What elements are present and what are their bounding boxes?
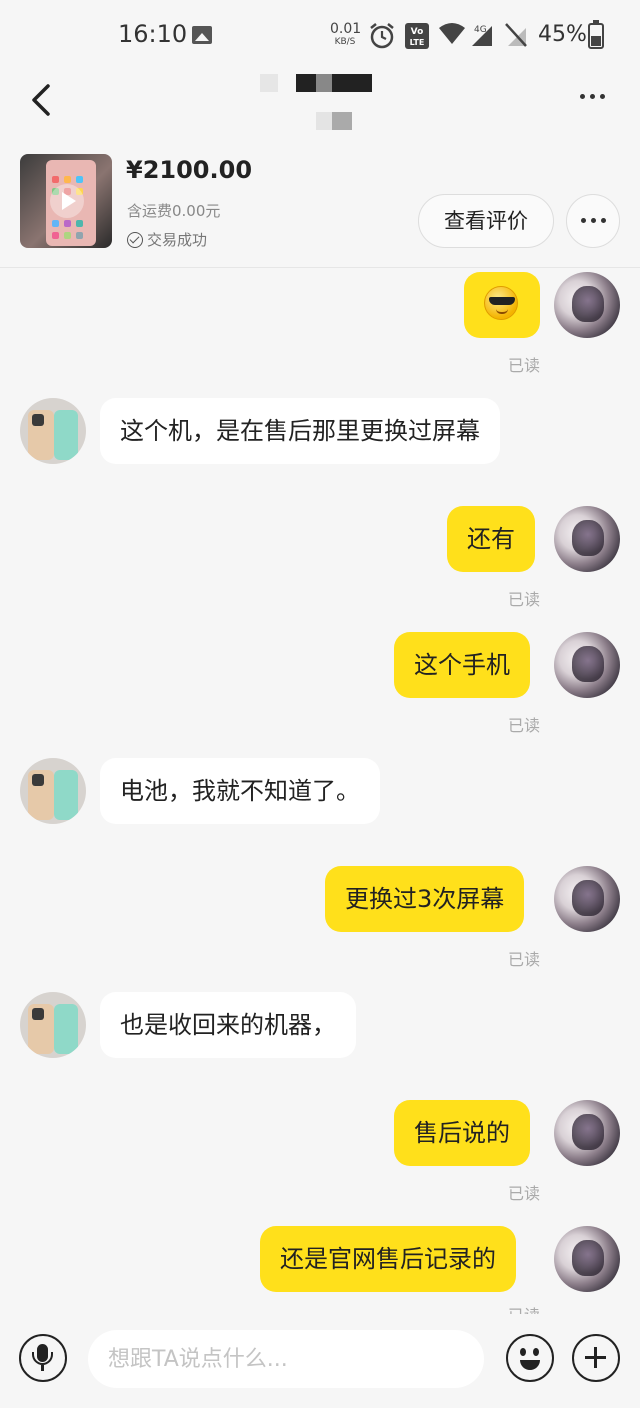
message-bubble-received[interactable]: 也是收回来的机器， xyxy=(100,992,356,1058)
wifi-icon xyxy=(439,23,465,44)
svg-text:4G: 4G xyxy=(474,25,487,35)
my-avatar[interactable] xyxy=(554,1226,620,1292)
message-text-input[interactable] xyxy=(88,1330,484,1388)
transaction-status-label: 交易成功 xyxy=(147,231,208,249)
contact-subtitle-redacted xyxy=(316,112,352,130)
my-avatar[interactable] xyxy=(554,1100,620,1166)
sunglasses-emoji-icon xyxy=(484,286,518,320)
voice-input-button[interactable] xyxy=(19,1334,67,1382)
cellular-signal-icon: 4G xyxy=(472,25,492,46)
my-avatar[interactable] xyxy=(554,506,620,572)
message-bubble-sent[interactable]: 更换过3次屏幕 xyxy=(325,866,525,932)
message-bubble-received[interactable]: 这个机，是在售后那里更换过屏幕 xyxy=(100,398,500,464)
product-thumbnail[interactable] xyxy=(20,154,112,248)
svg-text:Vo: Vo xyxy=(411,27,424,37)
message-bubble-sent[interactable]: 这个手机 xyxy=(394,632,530,698)
network-speed: 0.01 KB/S xyxy=(330,21,362,47)
product-more-button[interactable] xyxy=(566,194,620,248)
transaction-status: 交易成功 xyxy=(127,229,207,250)
battery-icon xyxy=(588,20,604,49)
read-receipt: 已读 xyxy=(508,1184,541,1203)
back-arrow-icon[interactable] xyxy=(22,80,62,120)
read-receipt: 已读 xyxy=(508,716,541,735)
my-avatar[interactable] xyxy=(554,272,620,338)
chat-header xyxy=(0,70,640,140)
my-avatar[interactable] xyxy=(554,632,620,698)
message-bubble-sent[interactable]: 售后说的 xyxy=(394,1100,530,1166)
contact-avatar[interactable] xyxy=(20,398,86,464)
read-receipt: 已读 xyxy=(508,950,541,969)
volte-icon: Vo LTE xyxy=(405,23,429,49)
battery-fill xyxy=(591,36,601,46)
my-avatar[interactable] xyxy=(554,866,620,932)
shipping-fee: 含运费0.00元 xyxy=(127,202,221,220)
network-speed-unit: KB/S xyxy=(334,37,356,47)
read-receipt: 已读 xyxy=(508,356,541,375)
message-bubble-sent[interactable]: 还有 xyxy=(447,506,535,572)
battery-percent: 45% xyxy=(538,22,587,47)
more-options-button[interactable] xyxy=(576,86,618,110)
image-notification-icon xyxy=(192,26,212,44)
contact-avatar[interactable] xyxy=(20,758,86,824)
check-circle-icon xyxy=(127,231,143,248)
video-play-icon xyxy=(50,184,84,218)
svg-text:LTE: LTE xyxy=(410,38,425,47)
network-speed-value: 0.01 xyxy=(330,21,362,37)
contact-avatar[interactable] xyxy=(20,992,86,1058)
message-bubble-received[interactable]: 电池，我就不知道了。 xyxy=(100,758,380,824)
read-receipt: 已读 xyxy=(508,1302,540,1314)
emoji-button[interactable] xyxy=(506,1334,554,1382)
product-more-dots-icon xyxy=(581,218,606,223)
contact-name-redacted xyxy=(260,74,372,92)
no-sim-icon xyxy=(505,23,527,47)
status-bar: 16:10 0.01 KB/S Vo LTE 4G 45% xyxy=(0,0,640,70)
message-bubble-sent[interactable]: 还是官网售后记录的 xyxy=(260,1226,516,1292)
status-time: 16:10 xyxy=(118,20,188,48)
add-attachment-button[interactable] xyxy=(572,1334,620,1382)
more-dots-icon xyxy=(580,94,605,99)
product-info-bar: ¥2100.00 含运费0.00元 交易成功 查看评价 xyxy=(0,140,640,268)
product-price: ¥2100.00 xyxy=(126,156,253,184)
alarm-icon xyxy=(370,23,394,49)
view-review-button[interactable]: 查看评价 xyxy=(418,194,554,248)
message-input-bar xyxy=(0,1314,640,1408)
read-receipt: 已读 xyxy=(508,590,541,609)
